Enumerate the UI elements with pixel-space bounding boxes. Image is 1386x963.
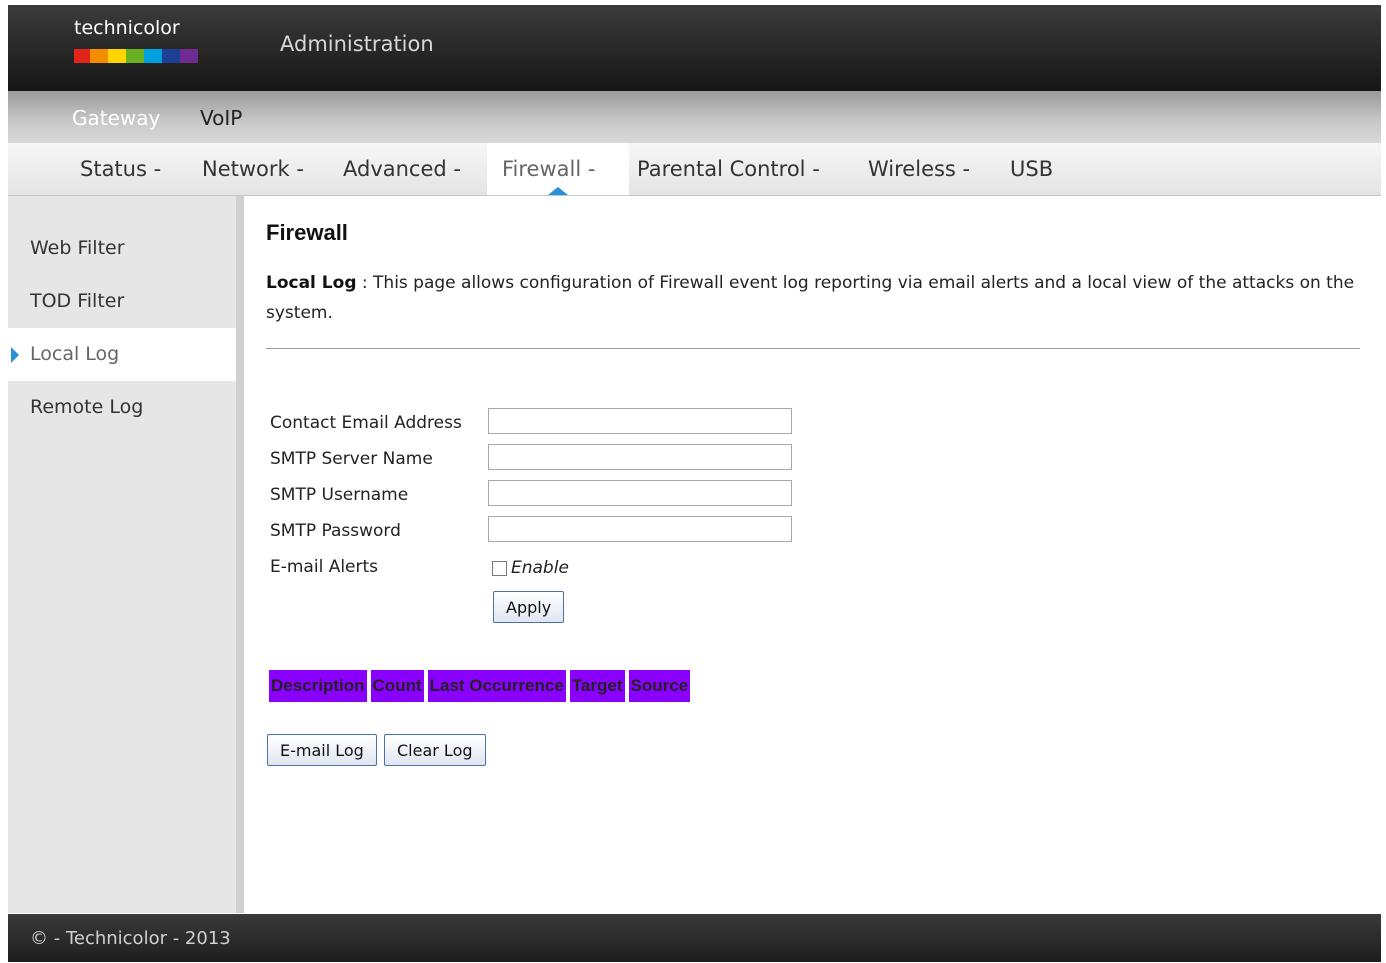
logo-stripe-red [74,49,90,63]
smtp-server-label: SMTP Server Name [270,449,433,469]
logo-color-bar [74,49,198,63]
description-text: : This page allows configuration of Fire… [266,273,1355,323]
top-nav: Gateway VoIP [8,91,1381,143]
divider [266,348,1360,349]
footer-copyright: © - Technicolor - 2013 [30,928,231,949]
logo-stripe-green [126,49,144,63]
logo-stripe-orange [90,49,108,63]
enable-alerts-control[interactable]: Enable [492,558,569,578]
sidebar: Web Filter TOD Filter Local Log Remote L… [8,196,244,913]
logo-text: technicolor [74,17,180,39]
footer: © - Technicolor - 2013 [8,914,1381,962]
smtp-username-label: SMTP Username [270,485,409,505]
logo-stripe-cyan [144,49,162,63]
sidebar-item-label: Web Filter [30,237,125,259]
smtp-password-label: SMTP Password [270,521,401,541]
smtp-server-input[interactable] [488,444,792,470]
contact-email-label: Contact Email Address [270,413,462,433]
page-description: Local Log : This page allows configurati… [266,268,1356,328]
sidebar-item-web-filter[interactable]: Web Filter [8,222,236,275]
selected-arrow-icon [11,347,19,363]
email-alerts-label: E-mail Alerts [270,557,379,577]
tab-wireless[interactable]: Wireless - [868,143,970,195]
sidebar-item-remote-log[interactable]: Remote Log [8,381,236,434]
enable-alerts-checkbox[interactable] [492,560,507,576]
description-label: Local Log [266,273,357,293]
clear-log-button[interactable]: Clear Log [384,734,486,766]
sidebar-item-local-log[interactable]: Local Log [8,328,236,381]
tab-status[interactable]: Status - [80,143,161,195]
log-table-header: Description Count Last Occurrence Target… [269,670,694,702]
sidebar-item-label: TOD Filter [30,290,125,312]
tab-parental-control[interactable]: Parental Control - [637,143,820,195]
active-tab-indicator-icon [548,187,568,195]
log-col-source: Source [628,670,691,702]
log-col-target: Target [569,670,625,702]
contact-email-input[interactable] [488,408,792,434]
smtp-username-input[interactable] [488,480,792,506]
log-col-description: Description [269,670,367,702]
enable-alerts-label: Enable [511,558,569,578]
sub-nav: Status - Network - Advanced - Firewall -… [8,143,1381,196]
page-title: Firewall [266,220,348,245]
app-frame: technicolor Administration Gateway VoIP … [8,5,1381,962]
tab-advanced[interactable]: Advanced - [343,143,461,195]
tab-firewall[interactable]: Firewall - [487,143,629,195]
app-title: Administration [280,32,434,56]
sidebar-item-label: Remote Log [30,396,144,418]
logo-stripe-blue [162,49,180,63]
smtp-password-input[interactable] [488,516,792,542]
header-bar: technicolor Administration [8,5,1381,91]
sidebar-item-tod-filter[interactable]: TOD Filter [8,275,236,328]
apply-button[interactable]: Apply [493,591,565,623]
tab-firewall-label: Firewall - [502,157,596,181]
main-content: Firewall Local Log : This page allows co… [266,196,1366,913]
logo-stripe-yellow [108,49,126,63]
technicolor-logo[interactable]: technicolor [74,17,199,67]
tab-usb[interactable]: USB [1010,143,1053,195]
email-log-button[interactable]: E-mail Log [267,734,377,766]
log-col-last-occurrence: Last Occurrence [427,670,566,702]
topnav-voip[interactable]: VoIP [200,106,242,130]
sidebar-item-label: Local Log [30,343,120,365]
log-col-count: Count [370,670,424,702]
logo-stripe-purple [180,49,198,63]
topnav-gateway[interactable]: Gateway [72,106,160,130]
tab-network[interactable]: Network - [202,143,304,195]
